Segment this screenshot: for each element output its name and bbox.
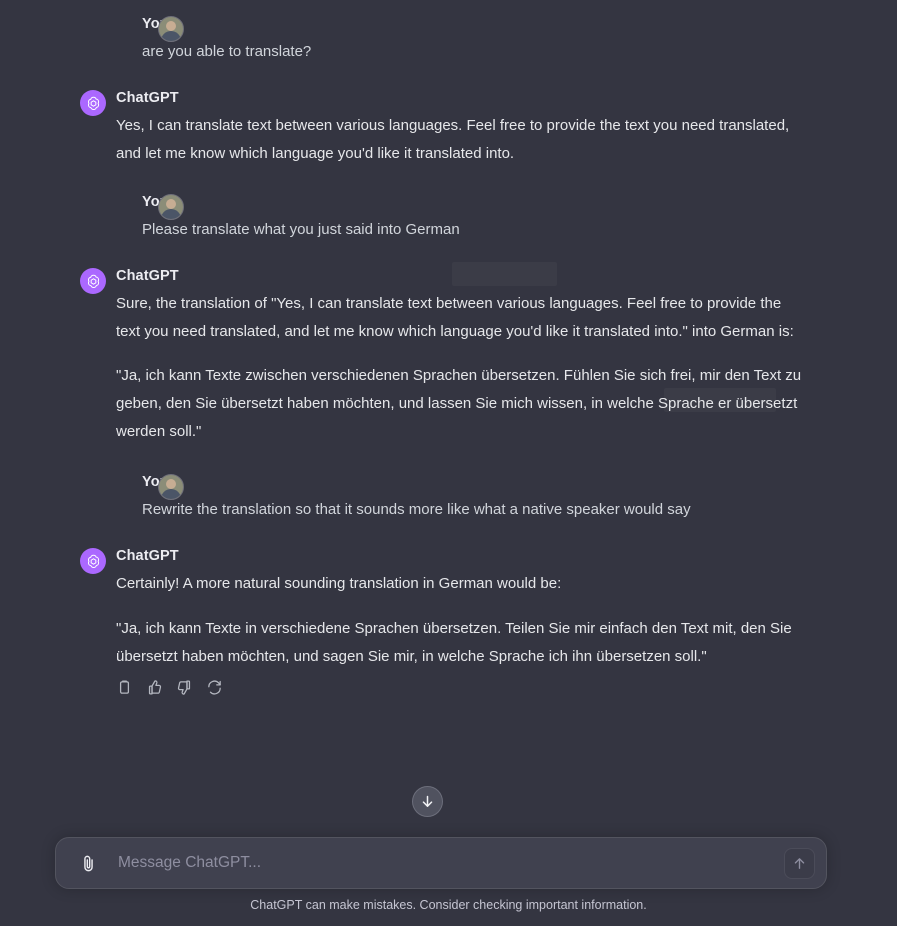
message-action-bar [78, 679, 857, 696]
message-author: You [142, 16, 169, 32]
paperclip-icon[interactable] [73, 848, 103, 878]
openai-logo-icon [80, 268, 106, 294]
regenerate-icon[interactable] [206, 679, 223, 696]
openai-logo-icon [80, 90, 106, 116]
disclaimer-text: ChatGPT can make mistakes. Consider chec… [250, 898, 647, 912]
message-paragraph: "Ja, ich kann Texte in verschiedene Spra… [116, 620, 796, 665]
message-author: You [142, 194, 169, 210]
message-author: ChatGPT [116, 90, 179, 106]
conversation-scroll-area[interactable]: You are you able to translate? ChatGPT Y… [0, 0, 897, 838]
message-paragraph: Rewrite the translation so that it sound… [142, 501, 691, 518]
message-author: ChatGPT [116, 268, 179, 284]
arrow-up-icon [794, 857, 805, 869]
arrow-down-icon [422, 795, 433, 807]
message-input[interactable] [103, 854, 784, 872]
thumbs-down-icon[interactable] [176, 679, 193, 696]
message-paragraph: Certainly! A more natural sounding trans… [116, 575, 562, 592]
message-user: You Rewrite the translation so that it s… [0, 472, 897, 524]
message-assistant: ChatGPT Yes, I can translate text betwee… [0, 88, 897, 168]
message-paragraph: are you able to translate? [142, 43, 312, 60]
message-paragraph: Sure, the translation of "Yes, I can tra… [116, 295, 794, 340]
scroll-to-bottom-button[interactable] [412, 786, 443, 817]
user-photo-avatar [158, 474, 184, 500]
thumbs-up-icon[interactable] [146, 679, 163, 696]
copy-icon[interactable] [116, 679, 133, 696]
message-user: You Please translate what you just said … [0, 192, 897, 244]
message-assistant: ChatGPT Sure, the translation of "Yes, I… [0, 266, 897, 446]
message-paragraph: "Ja, ich kann Texte zwischen verschieden… [116, 367, 806, 440]
message-author: ChatGPT [116, 548, 179, 564]
user-photo-avatar [158, 16, 184, 42]
message-paragraph: Please translate what you just said into… [142, 221, 460, 238]
message-user: You are you able to translate? [0, 14, 897, 66]
message-author: You [142, 474, 169, 490]
message-composer[interactable] [55, 837, 827, 889]
message-paragraph: Yes, I can translate text between variou… [116, 117, 794, 162]
user-photo-avatar [158, 194, 184, 220]
openai-logo-icon [80, 548, 106, 574]
send-button[interactable] [784, 847, 815, 879]
composer-area: ChatGPT can make mistakes. Consider chec… [0, 834, 897, 926]
message-assistant: ChatGPT Certainly! A more natural soundi… [0, 546, 897, 696]
